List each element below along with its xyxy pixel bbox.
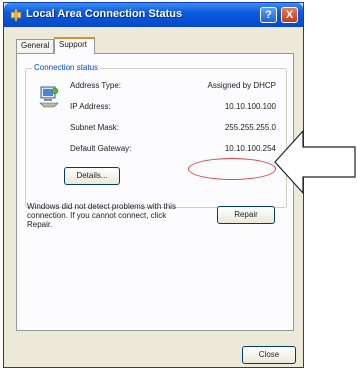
network-computer-icon — [39, 86, 59, 108]
support-tab-panel: Connection status Address Type: Assigned… — [16, 53, 294, 331]
title-bar[interactable]: Local Area Connection Status ? X — [4, 3, 303, 27]
network-connection-icon — [10, 9, 22, 21]
ip-address-value: 10.10.100.100 — [224, 102, 276, 111]
tab-general[interactable]: General — [16, 39, 54, 53]
repair-button[interactable]: Repair — [217, 206, 275, 224]
default-gateway-value: 10.10.100.254 — [224, 144, 276, 153]
group-title: Connection status — [32, 63, 101, 72]
window-title: Local Area Connection Status — [26, 8, 183, 20]
gateway-highlight-ellipse — [188, 158, 276, 180]
pointer-arrow-icon — [274, 129, 356, 195]
close-icon[interactable]: X — [281, 7, 298, 23]
help-button[interactable]: ? — [260, 7, 277, 23]
subnet-mask-label: Subnet Mask: — [70, 123, 119, 132]
address-type-value: Assigned by DHCP — [207, 81, 276, 90]
close-button[interactable]: Close — [242, 346, 296, 364]
ip-address-label: IP Address: — [70, 102, 111, 111]
tab-support[interactable]: Support — [54, 37, 95, 54]
status-dialog: Local Area Connection Status ? X General… — [3, 2, 304, 368]
subnet-mask-value: 255.255.255.0 — [224, 123, 276, 132]
default-gateway-label: Default Gateway: — [70, 144, 132, 153]
repair-message: Windows did not detect problems with thi… — [27, 202, 176, 229]
details-button[interactable]: Details... — [64, 167, 120, 185]
connection-status-group: Connection status Address Type: Assigned… — [25, 63, 287, 208]
address-type-label: Address Type: — [70, 81, 121, 90]
